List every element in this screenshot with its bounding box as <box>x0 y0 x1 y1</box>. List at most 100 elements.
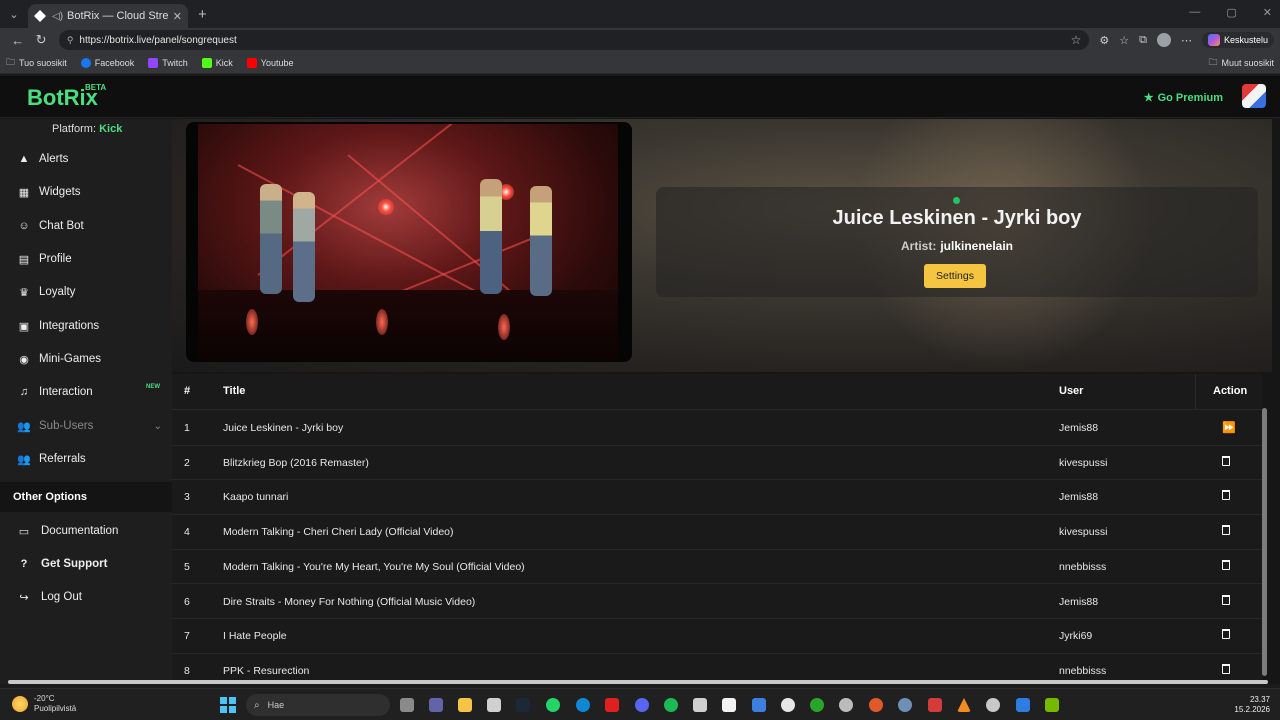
sidebar-item-integrations[interactable]: ▣ Integrations <box>0 312 172 340</box>
sidebar-item-documentation[interactable]: ▭ Documentation <box>0 517 172 545</box>
favorites-icon[interactable]: ☆ <box>1119 34 1129 47</box>
more-icon[interactable]: ⋯ <box>1181 34 1192 47</box>
column-user: User <box>1059 385 1084 397</box>
extensions-icon[interactable]: ⚙ <box>1099 34 1109 47</box>
obs-icon[interactable] <box>839 698 853 712</box>
sidebar-item-sub-users[interactable]: 👥 Sub-Users ⌄ <box>0 412 172 440</box>
video-frame <box>198 124 618 360</box>
bookmark-youtube[interactable]: Youtube <box>246 57 293 68</box>
table-row: 2 Blitzkrieg Bop (2016 Remaster) kivespu… <box>172 446 1262 481</box>
book-icon: ▭ <box>18 525 30 538</box>
site-info-icon[interactable]: ⚲ <box>67 35 74 46</box>
spotify-icon[interactable] <box>664 698 678 712</box>
taskbar-search[interactable]: ⌕ Hae <box>246 694 390 716</box>
table-header: # Title User Action <box>172 374 1262 410</box>
sidebar-item-log-out[interactable]: ↪ Log Out <box>0 583 172 611</box>
music-icon: ♫ <box>19 386 29 398</box>
bookmark-facebook[interactable]: Facebook <box>80 57 134 68</box>
now-playing-title: Juice Leskinen - Jyrki boy <box>832 207 1082 229</box>
trash-icon[interactable] <box>1222 629 1230 642</box>
steam-icon[interactable] <box>516 698 530 712</box>
teams-icon[interactable] <box>429 698 443 712</box>
back-icon[interactable]: ← <box>6 33 29 48</box>
browser-tab[interactable]: ◁) BotRix — Cloud Streaming Bot ✕ <box>28 4 188 28</box>
app-l-icon[interactable] <box>605 698 619 712</box>
sidebar-item-widgets[interactable]: ▦ Widgets <box>0 178 172 206</box>
sidebar-item-profile[interactable]: ▤ Profile <box>0 245 172 273</box>
windows-taskbar: -20°C Puolipilvistä ⌕ Hae 23.37 15.2.202… <box>0 688 1280 720</box>
trash-icon[interactable] <box>1222 559 1230 573</box>
dev-tool-icon[interactable] <box>928 698 942 712</box>
close-window-icon[interactable]: ✕ <box>1263 6 1272 19</box>
bookmark-kick[interactable]: Kick <box>201 57 233 68</box>
chevron-down-icon: ⌄ <box>153 420 162 432</box>
copilot-button[interactable]: Keskustelu <box>1201 32 1274 48</box>
folder-icon: 🗀 <box>6 56 16 67</box>
favorite-star-icon[interactable]: ☆ <box>1071 33 1082 47</box>
xbox-icon[interactable] <box>810 698 824 712</box>
edge-icon[interactable] <box>576 698 590 712</box>
settings-button[interactable]: Settings <box>924 264 986 288</box>
weather-widget[interactable]: -20°C Puolipilvistä <box>12 694 76 714</box>
settings-gear-icon[interactable] <box>781 698 795 712</box>
new-tab-icon[interactable]: + <box>198 6 207 23</box>
sidebar-item-referrals[interactable]: 👥 Referrals <box>0 445 172 473</box>
vlc-icon[interactable] <box>957 698 971 712</box>
windows-start-icon[interactable] <box>220 697 236 713</box>
system-gear-icon[interactable] <box>898 698 912 712</box>
trash-icon[interactable] <box>1222 594 1230 608</box>
table-row: 3 Kaapo tunnari Jemis88 <box>172 480 1262 516</box>
user-avatar[interactable] <box>1242 84 1266 108</box>
bookmarks-bar: 🗀 Tuo suosikit Facebook Twitch Kick Youtu… <box>0 52 1280 74</box>
sidebar-item-get-support[interactable]: ? Get Support <box>0 550 172 578</box>
sidebar-item-alerts[interactable]: ▲ Alerts <box>0 145 172 173</box>
sidebar-item-loyalty[interactable]: ♛ Loyalty <box>0 278 172 306</box>
discord-icon[interactable] <box>635 698 649 712</box>
platform-indicator: Platform: Kick <box>52 123 123 135</box>
video-player[interactable] <box>186 122 632 362</box>
whatsapp-icon[interactable] <box>546 698 560 712</box>
sidebar-item-interaction[interactable]: ♫ Interaction NEW <box>0 378 172 406</box>
trash-icon[interactable] <box>1222 455 1230 469</box>
g-hub-icon[interactable] <box>693 698 707 712</box>
bookmark-twitch[interactable]: Twitch <box>148 57 188 68</box>
brave-icon[interactable] <box>869 698 883 712</box>
trash-icon[interactable] <box>1222 490 1230 503</box>
url-field[interactable]: ⚲ https://botrix.live/panel/songrequest … <box>58 30 1090 50</box>
store-icon[interactable] <box>487 698 501 712</box>
system-clock[interactable]: 23.37 15.2.2026 <box>1234 695 1270 715</box>
skip-forward-icon[interactable]: ⏩ <box>1222 421 1236 434</box>
go-premium-link[interactable]: ★ Go Premium <box>1144 91 1223 105</box>
url-text: https://botrix.live/panel/songrequest <box>79 34 237 46</box>
profile-avatar[interactable] <box>1156 33 1171 47</box>
remote-app-icon[interactable] <box>1016 698 1030 712</box>
botrix-favicon-icon <box>34 10 46 22</box>
trash-icon[interactable] <box>1222 525 1230 538</box>
notepad-icon[interactable] <box>722 698 736 712</box>
plug-icon: ▣ <box>18 320 30 333</box>
close-tab-icon[interactable]: ✕ <box>173 10 182 23</box>
trash-icon[interactable] <box>1222 663 1230 677</box>
file-explorer-icon[interactable] <box>458 698 472 712</box>
speaker-icon[interactable]: ◁) <box>52 11 63 22</box>
horizontal-scrollbar[interactable] <box>8 680 1268 684</box>
tab-list-chevron-icon[interactable]: ⌄ <box>0 8 28 21</box>
collections-icon[interactable]: ⧉ <box>1139 34 1147 47</box>
maximize-icon[interactable]: ▢ <box>1226 6 1236 19</box>
reload-icon[interactable]: ↻ <box>29 32 52 48</box>
vertical-scrollbar[interactable] <box>1262 408 1267 676</box>
robot-icon: ☺ <box>18 220 30 232</box>
chrome-icon[interactable] <box>986 698 1000 712</box>
sidebar-item-mini-games[interactable]: ◉ Mini-Games <box>0 345 172 373</box>
minimize-icon[interactable]: — <box>1189 6 1200 19</box>
other-bookmarks[interactable]: 🗀 Muut suosikit <box>1208 55 1274 71</box>
botrix-app: BotRix BETA ★ Go Premium Platform: Kick … <box>0 76 1280 684</box>
nvidia-icon[interactable] <box>1045 698 1059 712</box>
youtube-icon <box>246 57 257 68</box>
users-icon: 👥 <box>17 420 31 433</box>
task-view-icon[interactable] <box>400 698 414 712</box>
bookmark-import[interactable]: 🗀 Tuo suosikit <box>6 55 67 71</box>
sidebar-item-chat-bot[interactable]: ☺ Chat Bot <box>0 212 172 240</box>
song-request-panel: Juice Leskinen - Jyrki boy Artist: julkin… <box>172 119 1272 684</box>
mail-icon[interactable] <box>752 698 766 712</box>
